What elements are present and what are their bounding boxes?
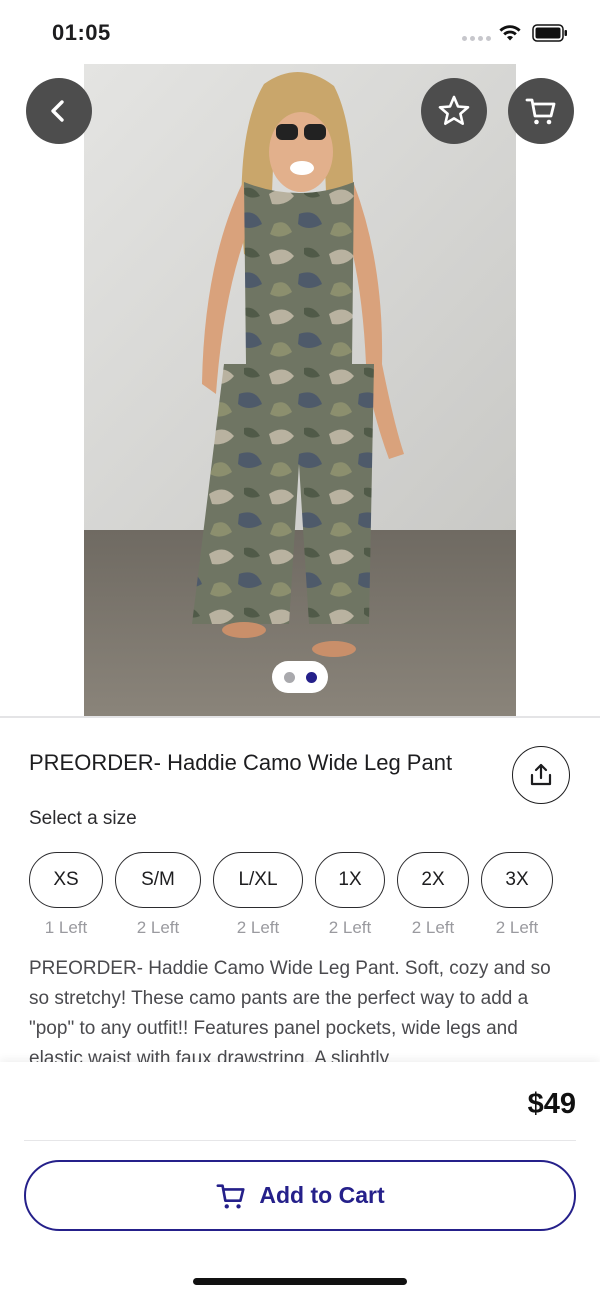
size-selector: XS 1 Left S/M 2 Left L/XL 2 Left 1X 2 Le… [0, 852, 600, 942]
checkout-panel: $49 Add to Cart [0, 1062, 600, 1299]
size-prompt: Select a size [29, 808, 137, 829]
size-stock-2x: 2 Left [411, 918, 455, 937]
size-stock-xs: 1 Left [44, 918, 88, 937]
product-title: PREORDER- Haddie Camo Wide Leg Pant [29, 750, 453, 775]
image-divider [0, 716, 600, 718]
size-option-3x[interactable]: 3X [481, 852, 553, 908]
status-time: 01:05 [52, 20, 111, 45]
page-dot-active[interactable] [305, 671, 317, 683]
size-stock-lxl: 2 Left [236, 918, 280, 937]
share-button[interactable] [512, 746, 570, 804]
product-image-carousel[interactable] [0, 64, 600, 717]
back-button[interactable] [26, 78, 92, 144]
chevron-left-icon [51, 100, 64, 122]
add-to-cart-label: Add to Cart [259, 1182, 385, 1208]
size-option-sm[interactable]: S/M [115, 852, 201, 908]
panel-divider [24, 1140, 576, 1141]
product-photo [84, 64, 516, 716]
share-icon [530, 763, 552, 786]
add-to-cart-button[interactable]: Add to Cart [24, 1160, 576, 1231]
image-page-indicator[interactable] [272, 661, 328, 693]
product-price: $49 [527, 1088, 576, 1120]
cellular-signal-icon [462, 36, 491, 41]
page-dot[interactable] [283, 671, 295, 683]
product-description: PREORDER- Haddie Camo Wide Leg Pant. Sof… [29, 958, 551, 1064]
status-bar: 01:05 [0, 0, 600, 64]
size-option-xs[interactable]: XS [29, 852, 103, 908]
cart-icon [525, 98, 556, 125]
wifi-icon [499, 25, 521, 41]
home-indicator[interactable] [193, 1278, 407, 1285]
size-stock-1x: 2 Left [328, 918, 372, 937]
cart-button[interactable] [508, 78, 574, 144]
favorite-button[interactable] [421, 78, 487, 144]
size-option-2x[interactable]: 2X [397, 852, 469, 908]
size-option-lxl[interactable]: L/XL [213, 852, 303, 908]
size-stock-3x: 2 Left [495, 918, 539, 937]
battery-icon [532, 24, 567, 42]
star-icon [438, 95, 470, 125]
cart-icon [216, 1183, 245, 1209]
size-option-1x[interactable]: 1X [315, 852, 385, 908]
size-stock-sm: 2 Left [136, 918, 180, 937]
